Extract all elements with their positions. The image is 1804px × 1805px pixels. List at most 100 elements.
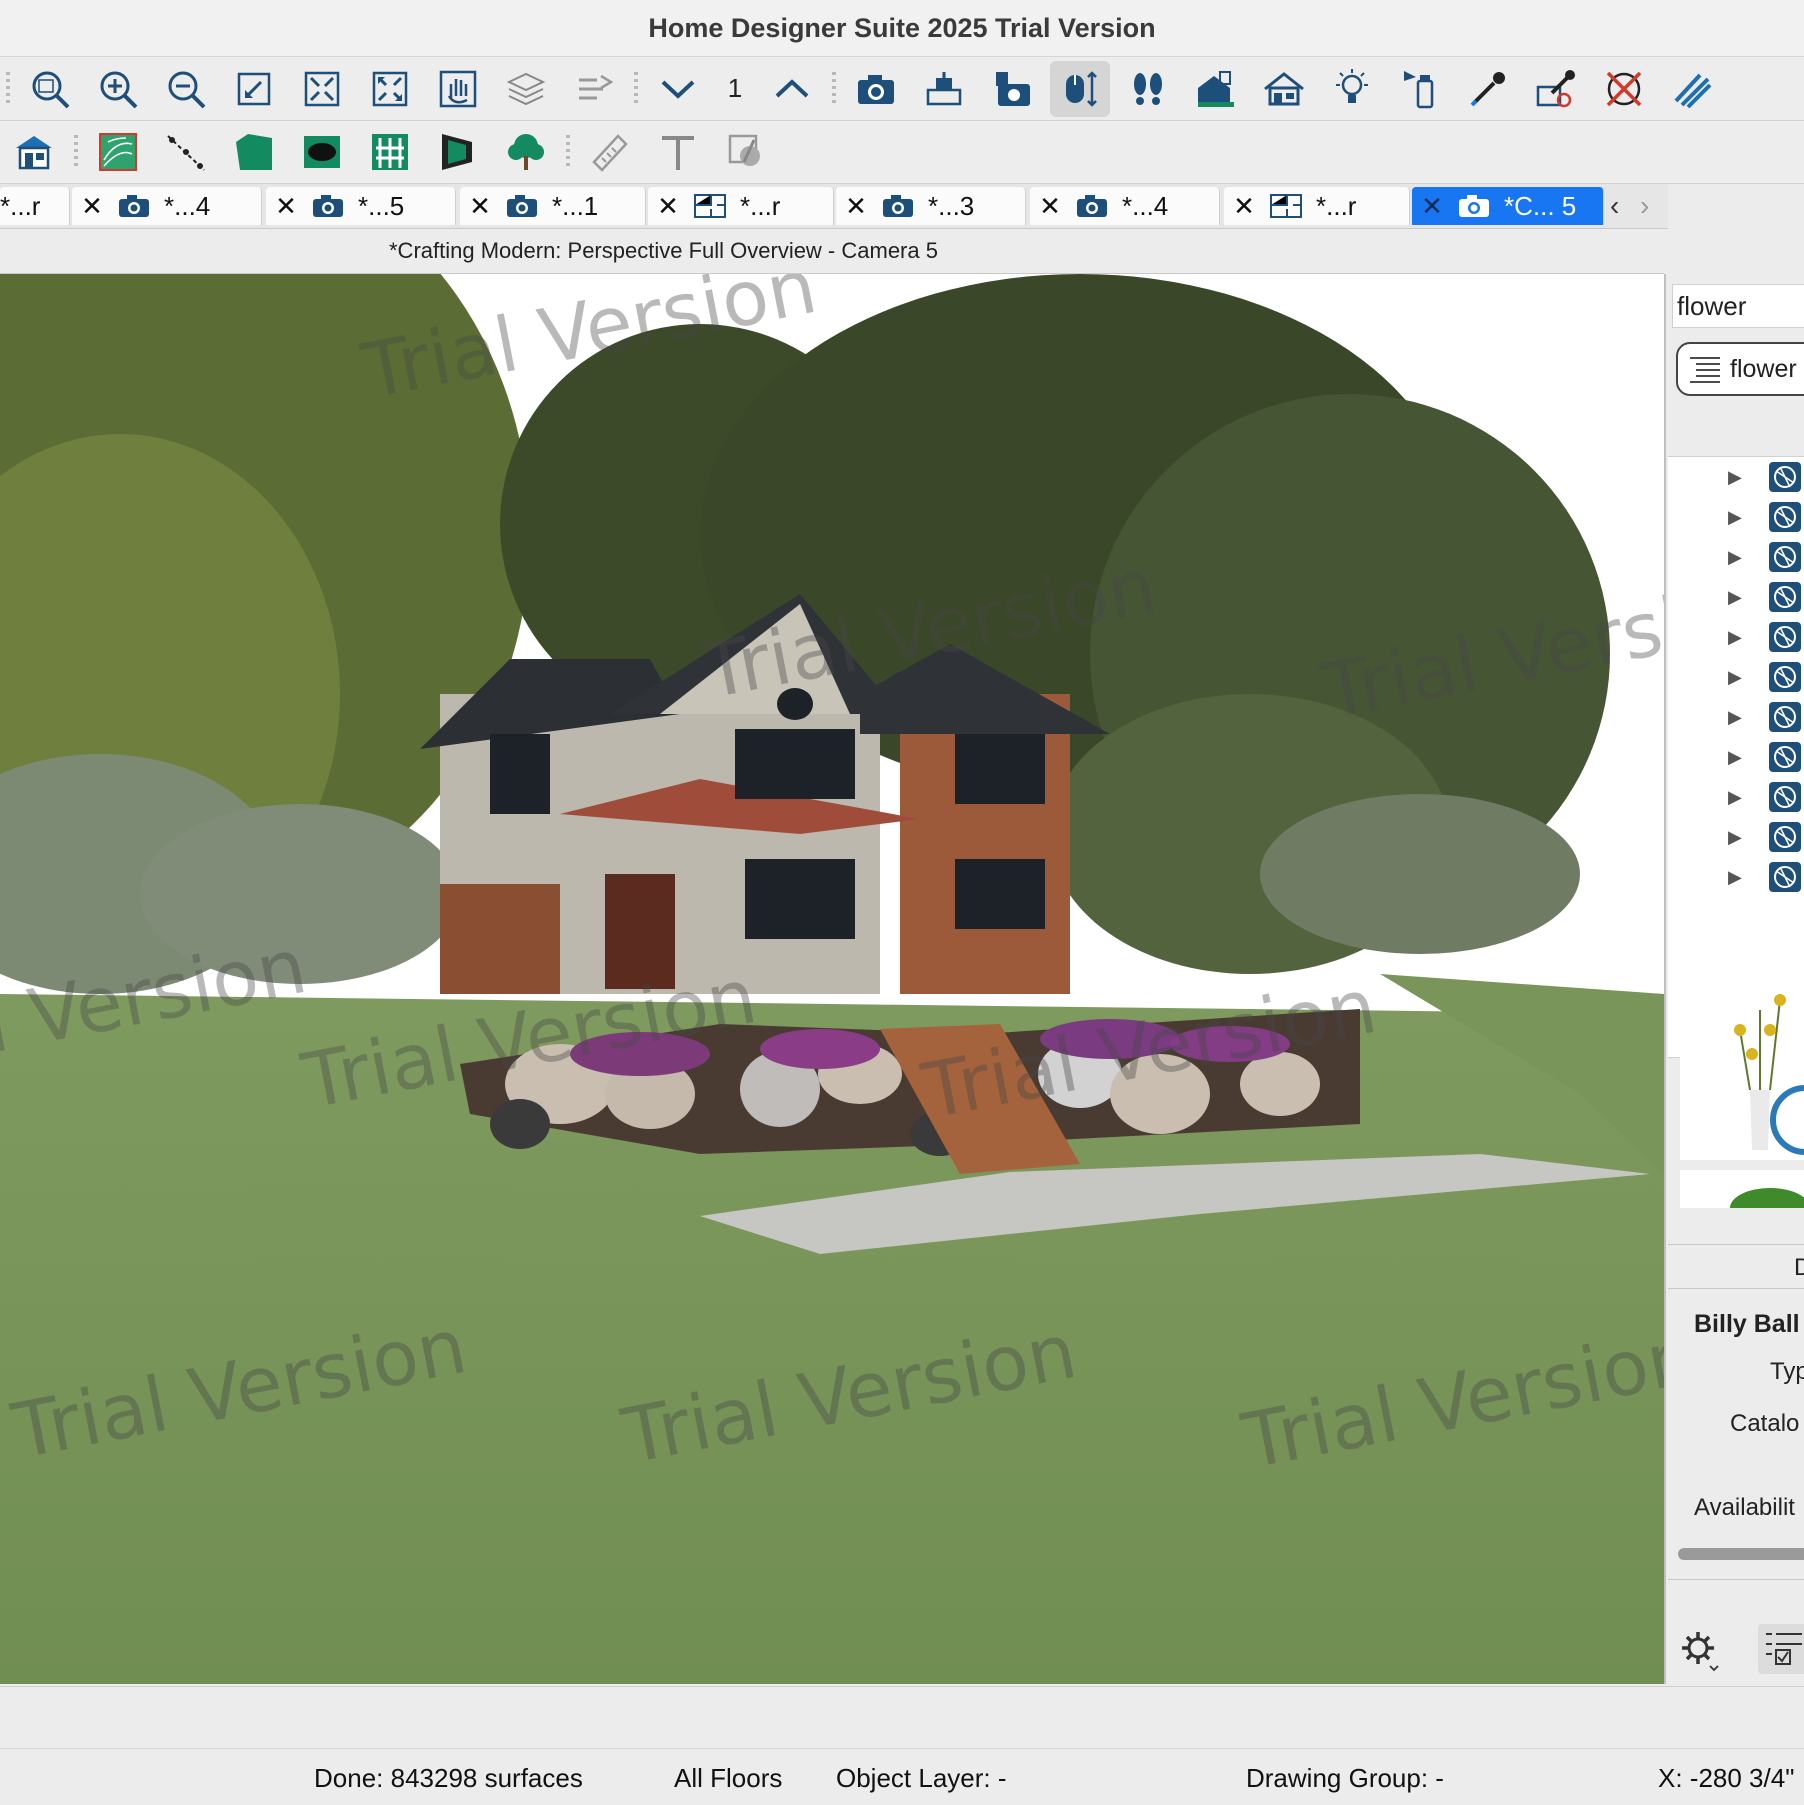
library-item-icon	[1768, 461, 1802, 493]
tree-item[interactable]: ▶	[1668, 657, 1804, 697]
close-tab-icon[interactable]: ✕	[460, 191, 500, 222]
library-search-input[interactable]: flower	[1672, 284, 1804, 328]
tree-item[interactable]: ▶	[1668, 577, 1804, 617]
window-title: Home Designer Suite 2025 Trial Version	[648, 12, 1156, 43]
house-build-icon[interactable]	[1186, 61, 1246, 117]
chevron-right-icon[interactable]: ›	[1640, 190, 1649, 222]
view-tab[interactable]: ✕ *...5	[266, 187, 456, 225]
light-bulb-icon[interactable]	[1322, 61, 1382, 117]
terrain-region-icon[interactable]	[224, 124, 284, 180]
camera-icon	[112, 193, 156, 219]
tree-item[interactable]: ▶	[1668, 617, 1804, 657]
view-tab-active[interactable]: ✕ *C... 5	[1412, 187, 1604, 225]
tree-item[interactable]: ▶	[1668, 697, 1804, 737]
camera-icon[interactable]	[846, 61, 906, 117]
chevron-left-icon[interactable]: ‹	[1610, 190, 1619, 222]
view-tab[interactable]: ✕ *...4	[1030, 187, 1220, 225]
mouse-orbit-icon[interactable]	[1050, 60, 1110, 117]
zoom-in-icon[interactable]	[88, 61, 148, 117]
gear-icon[interactable]	[1678, 1628, 1722, 1672]
view-tab[interactable]: *...r	[0, 187, 70, 225]
wall-hatch-icon[interactable]	[1662, 61, 1722, 117]
library-preview-image[interactable]	[1680, 1170, 1804, 1208]
library-preview-image[interactable]	[1680, 970, 1804, 1160]
close-tab-icon[interactable]: ✕	[1224, 191, 1264, 222]
camera-save-icon[interactable]	[982, 61, 1042, 117]
expand-arrow-icon[interactable]: ▶	[1728, 627, 1768, 648]
tree-item[interactable]: ▶	[1668, 497, 1804, 537]
library-item-icon	[1768, 621, 1802, 653]
library-item-icon	[1768, 541, 1802, 573]
close-tab-icon[interactable]: ✕	[648, 191, 688, 222]
tree-item[interactable]: ▶	[1668, 457, 1804, 497]
library-item-icon	[1768, 501, 1802, 533]
delete-material-icon[interactable]	[1594, 61, 1654, 117]
tree-item[interactable]: ▶	[1668, 737, 1804, 777]
tree-item[interactable]: ▶	[1668, 817, 1804, 857]
properties-column-header: D	[1794, 1254, 1804, 1281]
close-tab-icon[interactable]: ✕	[1412, 191, 1452, 222]
layer-icon[interactable]	[496, 61, 556, 117]
close-tab-icon[interactable]: ✕	[72, 191, 112, 222]
view-tab[interactable]: ✕ *...r	[1224, 187, 1410, 225]
3d-viewport[interactable]: Trial Version Trial Version Trial Versio…	[0, 274, 1666, 1684]
checklist-icon[interactable]	[1758, 1624, 1804, 1674]
home-icon[interactable]	[1254, 61, 1314, 117]
fill-window-all-floors-icon[interactable]	[360, 61, 420, 117]
pan-icon[interactable]	[428, 61, 488, 117]
undo-zoom-icon[interactable]	[224, 61, 284, 117]
tab-label: *...4	[1122, 190, 1169, 221]
dimension-icon[interactable]	[580, 124, 640, 180]
tab-label: *...3	[928, 190, 975, 221]
toolbar-grip[interactable]	[6, 71, 10, 106]
tree-item[interactable]: ▶	[1668, 777, 1804, 817]
zoom-icon[interactable]	[20, 61, 80, 117]
zoom-out-icon[interactable]	[156, 61, 216, 117]
walkthrough-icon[interactable]	[1118, 61, 1178, 117]
camera-ceiling-icon[interactable]	[914, 61, 974, 117]
close-tab-icon[interactable]: ✕	[1030, 191, 1070, 222]
expand-arrow-icon[interactable]: ▶	[1728, 507, 1768, 528]
floor-up-icon[interactable]	[762, 61, 822, 117]
horizontal-scrollbar[interactable]	[1678, 1548, 1804, 1560]
camera-icon	[1452, 193, 1496, 219]
expand-arrow-icon[interactable]: ▶	[1728, 787, 1768, 808]
spray-paint-icon[interactable]	[1390, 61, 1450, 117]
floor-down-icon[interactable]	[648, 61, 708, 117]
view-tab[interactable]: ✕ *...1	[460, 187, 646, 225]
close-tab-icon[interactable]: ✕	[836, 191, 876, 222]
expand-arrow-icon[interactable]: ▶	[1728, 467, 1768, 488]
material-painter-icon[interactable]	[1526, 61, 1586, 117]
expand-arrow-icon[interactable]: ▶	[1728, 667, 1768, 688]
reference-display-icon[interactable]	[564, 61, 624, 117]
fence-icon[interactable]	[360, 124, 420, 180]
close-tab-icon[interactable]: ✕	[266, 191, 306, 222]
house-icon[interactable]	[4, 124, 64, 180]
expand-arrow-icon[interactable]: ▶	[1728, 827, 1768, 848]
retaining-wall-icon[interactable]	[428, 124, 488, 180]
terrain-icon[interactable]	[88, 124, 148, 180]
status-bar: Done: 843298 surfaces All Floors Object …	[0, 1748, 1804, 1805]
window-title-bar: Home Designer Suite 2025 Trial Version	[0, 0, 1804, 57]
search-filter-chip[interactable]: flower	[1676, 342, 1804, 396]
terrain-path-icon[interactable]	[156, 124, 216, 180]
expand-arrow-icon[interactable]: ▶	[1728, 547, 1768, 568]
status-object-layer: Object Layer: -	[836, 1763, 1007, 1793]
selected-item-name: Billy Ball	[1694, 1310, 1800, 1338]
library-item-icon	[1768, 821, 1802, 853]
expand-arrow-icon[interactable]: ▶	[1728, 707, 1768, 728]
terrain-hole-icon[interactable]	[292, 124, 352, 180]
view-tab[interactable]: ✕ *...3	[836, 187, 1026, 225]
text-icon[interactable]	[648, 124, 708, 180]
eyedropper-icon[interactable]	[1458, 61, 1518, 117]
tab-label: *...r	[740, 190, 781, 221]
view-tab[interactable]: ✕ *...r	[648, 187, 834, 225]
callout-icon[interactable]	[716, 124, 776, 180]
expand-arrow-icon[interactable]: ▶	[1728, 747, 1768, 768]
library-item-icon	[1768, 581, 1802, 613]
plant-icon[interactable]	[496, 124, 556, 180]
expand-arrow-icon[interactable]: ▶	[1728, 587, 1768, 608]
tree-item[interactable]: ▶	[1668, 537, 1804, 577]
fill-window-icon[interactable]	[292, 61, 352, 117]
view-tab[interactable]: ✕ *...4	[72, 187, 262, 225]
